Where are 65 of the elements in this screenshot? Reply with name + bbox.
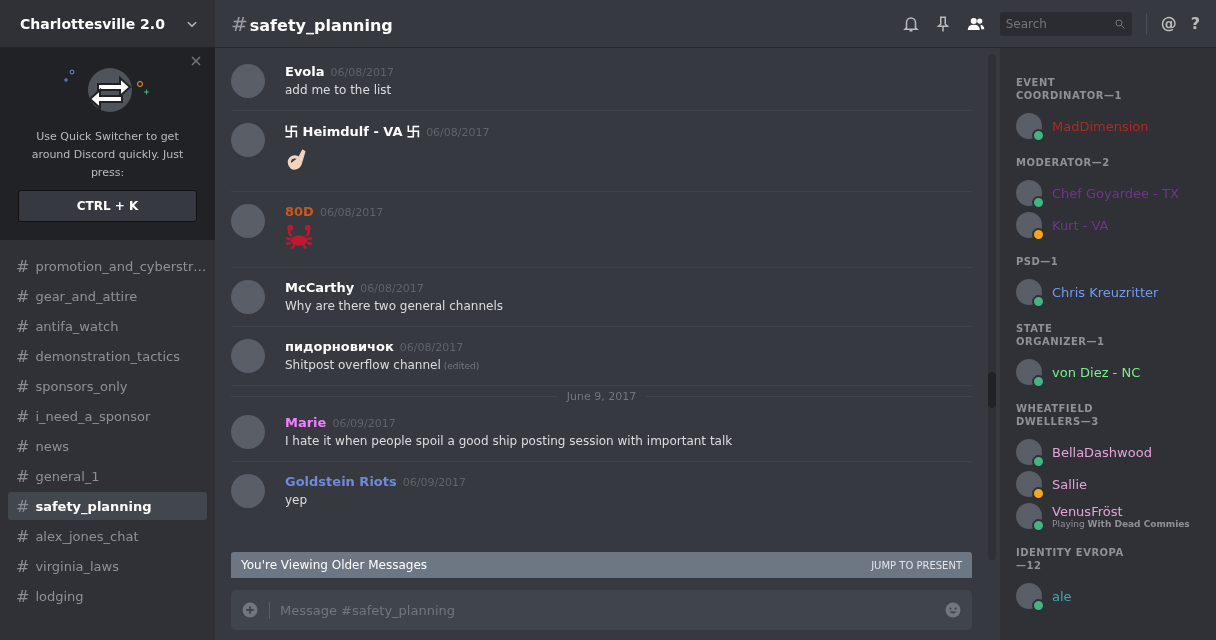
author-name[interactable]: Marie — [285, 415, 327, 430]
plus-icon — [241, 601, 259, 619]
role-header: STATE ORGANIZER—1 — [1016, 322, 1106, 348]
channel-item[interactable]: # promotion_and_cyberstr… — [8, 252, 207, 280]
member-name[interactable]: von Diez - NC — [1052, 364, 1141, 380]
member-avatar[interactable] — [1016, 583, 1042, 609]
emoji-icon — [944, 601, 962, 619]
message-text: Shitpost overflow channel — [285, 358, 441, 372]
member-avatar[interactable] — [1016, 471, 1042, 497]
author-name[interactable]: Evola — [285, 64, 325, 79]
jump-to-present-link[interactable]: JUMP TO PRESENT — [871, 559, 962, 571]
role-header: EVENT COORDINATOR—1 — [1016, 76, 1123, 102]
hash-symbol: # — [231, 11, 248, 36]
channel-item[interactable]: # safety_planning — [8, 492, 207, 520]
channel-title: safety_planning — [249, 15, 393, 35]
mention-icon[interactable]: @ — [1160, 14, 1177, 33]
member-activity: Playing With Dead Commies — [1052, 518, 1190, 529]
author-name[interactable]: пидорновичок — [285, 339, 394, 354]
author-name[interactable]: 卐 Heimdulf - VA 卐 — [285, 123, 421, 141]
shortcut-key[interactable]: CTRL + K — [18, 190, 197, 222]
member-name[interactable]: VenusFröst — [1052, 503, 1190, 519]
search-field[interactable]: Search — [999, 11, 1132, 36]
message-text: I hate it when people spoil a good ship posting session with important talk — [285, 434, 733, 448]
message-text: Why are there two general channels — [285, 299, 503, 313]
banner-text: You're Viewing Older Messages — [241, 558, 428, 572]
role-header: PSD—1 — [1016, 255, 1060, 268]
tip-text: Use Quick Switcher to get around Discord quickly. Just press: — [30, 129, 185, 181]
member-avatar[interactable] — [1016, 503, 1042, 529]
role-header: WHEATFIELD DWELLERS—3 — [1016, 402, 1100, 428]
role-header: IDENTITY EVROPA—12 — [1016, 546, 1125, 572]
date-divider: June 9, 2017 — [566, 390, 637, 403]
server-name[interactable]: Charlottesville 2.0 — [20, 15, 165, 32]
channel-item[interactable]: # lodging — [8, 582, 207, 610]
member-avatar[interactable] — [1016, 180, 1042, 206]
channel-item[interactable]: # virginia_laws — [8, 552, 207, 580]
member-avatar[interactable] — [1016, 212, 1042, 238]
channel-item[interactable]: # gear_and_attire — [8, 282, 207, 310]
channel-item[interactable]: # news — [8, 432, 207, 460]
channel-item[interactable]: # i_need_a_sponsor — [8, 402, 207, 430]
member-avatar[interactable] — [1016, 279, 1042, 305]
member-name[interactable]: Sallie — [1052, 476, 1088, 492]
scrollbar-thumb[interactable] — [988, 372, 996, 408]
channel-item[interactable]: # alex_jones_chat — [8, 522, 207, 550]
crab-icon — [285, 223, 313, 251]
member-name[interactable]: ale — [1052, 588, 1072, 604]
edited-label: (edited) — [443, 361, 480, 371]
channel-item[interactable]: # general_1 — [8, 462, 207, 490]
search-icon — [1113, 17, 1126, 30]
channel-item[interactable]: # antifa_watch — [8, 312, 207, 340]
message-text: add me to the list — [285, 83, 392, 97]
author-name[interactable]: Goldstein Riots — [285, 474, 397, 489]
help-icon[interactable]: ? — [1190, 14, 1200, 33]
member-name[interactable]: Chris Kreuzritter — [1052, 284, 1159, 300]
message-text: yep — [285, 493, 308, 507]
member-avatar[interactable] — [1016, 439, 1042, 465]
close-icon[interactable] — [191, 56, 201, 66]
author-name[interactable]: 80D — [285, 204, 314, 219]
channel-item[interactable]: # sponsors_only — [8, 372, 207, 400]
channel-item[interactable]: # demonstration_tactics — [8, 342, 207, 370]
member-avatar[interactable] — [1016, 113, 1042, 139]
member-avatar[interactable] — [1016, 359, 1042, 385]
bell-icon — [901, 14, 920, 33]
role-header: MODERATOR—2 — [1016, 156, 1111, 169]
member-name[interactable]: BellaDashwood — [1052, 444, 1152, 460]
author-name[interactable]: McCarthy — [285, 280, 355, 295]
